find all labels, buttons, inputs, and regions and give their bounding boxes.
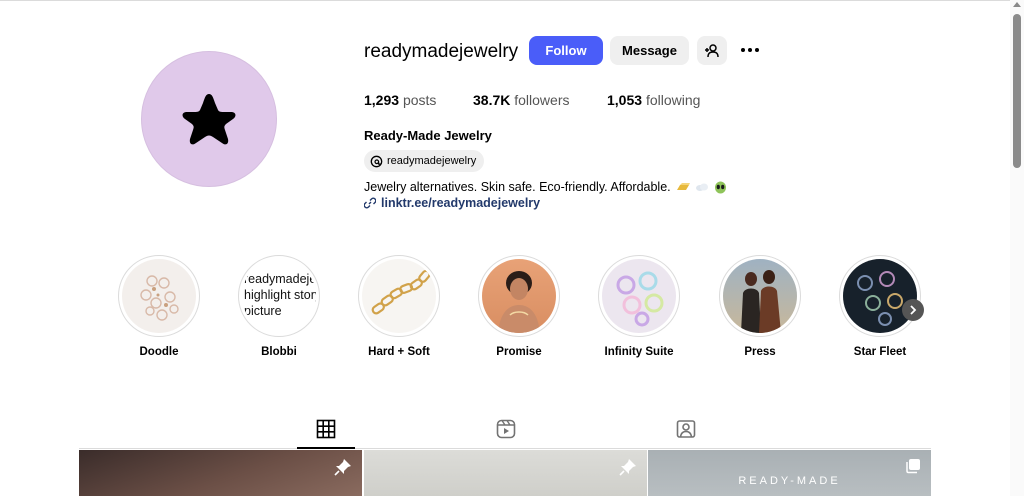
scrollbar[interactable] xyxy=(1010,0,1024,496)
more-dot xyxy=(741,48,745,52)
profile-avatar[interactable] xyxy=(141,51,277,187)
highlight-ring xyxy=(118,255,200,337)
follow-button[interactable]: Follow xyxy=(529,36,603,65)
highlight-infinity-suite[interactable]: Infinity Suite xyxy=(598,255,680,358)
more-dot xyxy=(748,48,752,52)
following-count: 1,053 xyxy=(607,92,643,108)
highlight-ring xyxy=(719,255,801,337)
highlight-ring xyxy=(358,255,440,337)
scrollbar-thumb[interactable] xyxy=(1013,14,1021,168)
highlight-label: Doodle xyxy=(139,346,179,358)
posts-stat: 1,293 posts xyxy=(364,92,436,108)
followers-label: followers xyxy=(514,92,570,108)
alien-emoji-icon xyxy=(714,181,726,193)
tab-reels[interactable] xyxy=(495,418,517,440)
jewelry-charms-thumbnail xyxy=(122,259,196,333)
profile-username: readymadejewelry xyxy=(364,41,519,62)
followers-stat[interactable]: 38.7K followers xyxy=(473,92,570,108)
highlight-label: Promise xyxy=(496,346,542,358)
tab-posts[interactable] xyxy=(315,418,337,440)
highlight-ring: readymadejewelry highlight story picture xyxy=(238,255,320,337)
highlight-ring xyxy=(839,255,921,337)
highlight-hard-soft[interactable]: Hard + Soft xyxy=(358,255,440,358)
more-options-button[interactable] xyxy=(738,41,762,59)
highlight-label: Star Fleet xyxy=(853,346,907,358)
tabs-divider xyxy=(79,448,931,449)
couple-photo-thumbnail xyxy=(723,259,797,333)
broken-image-thumbnail: readymadejewelry highlight story picture xyxy=(242,259,316,333)
followers-count: 38.7K xyxy=(473,92,511,108)
reels-icon xyxy=(496,419,516,439)
highlight-ring xyxy=(478,255,560,337)
gold-bar-emoji-icon xyxy=(676,183,690,190)
highlight-label: Infinity Suite xyxy=(604,346,674,358)
pastel-rings-thumbnail xyxy=(602,259,676,333)
chevron-right-icon xyxy=(910,305,917,315)
threads-icon xyxy=(370,155,383,167)
link-text: linktr.ee/readymadejewelry xyxy=(381,196,541,210)
bio-text: Jewelry alternatives. Skin safe. Eco-fri… xyxy=(364,180,671,194)
portrait-thumbnail xyxy=(482,259,556,333)
highlight-promise[interactable]: Promise xyxy=(478,255,560,358)
add-user-icon xyxy=(705,43,719,57)
link-icon xyxy=(364,197,376,209)
highlight-blobbi[interactable]: readymadejewelry highlight story picture… xyxy=(238,255,320,358)
highlight-doodle[interactable]: Doodle xyxy=(118,255,200,358)
carousel-icon xyxy=(906,459,920,474)
highlight-press[interactable]: Press xyxy=(719,255,801,358)
post-tile[interactable] xyxy=(79,450,362,496)
suggested-users-button[interactable] xyxy=(697,36,727,65)
profile-link[interactable]: linktr.ee/readymadejewelry xyxy=(364,196,540,210)
threads-handle: readymadejewelry xyxy=(387,155,477,167)
active-tab-indicator xyxy=(297,447,355,449)
highlight-label: Hard + Soft xyxy=(368,346,430,358)
post-tile[interactable]: READY-MADE xyxy=(648,450,931,496)
pin-icon xyxy=(619,459,636,476)
posts-label: posts xyxy=(402,92,437,108)
highlight-label: Blobbi xyxy=(261,346,297,358)
scroll-up-arrow[interactable] xyxy=(1013,2,1021,7)
profile-full-name: Ready-Made Jewelry xyxy=(364,128,492,143)
star-logo-icon xyxy=(182,94,236,145)
gold-chain-thumbnail xyxy=(362,259,436,333)
message-button[interactable]: Message xyxy=(610,36,689,65)
pin-icon xyxy=(334,459,351,476)
post-overlay-text: READY-MADE xyxy=(738,475,841,487)
post-tile[interactable] xyxy=(364,450,647,496)
top-border xyxy=(0,0,1024,1)
tab-tagged[interactable] xyxy=(675,418,697,440)
threads-badge[interactable]: readymadejewelry xyxy=(364,150,485,172)
profile-bio: Jewelry alternatives. Skin safe. Eco-fri… xyxy=(364,180,727,194)
highlight-ring xyxy=(598,255,680,337)
image-alt-text: readymadejewelry highlight story picture xyxy=(244,272,316,318)
tagged-icon xyxy=(676,420,696,438)
grid-icon xyxy=(316,419,336,439)
more-dot xyxy=(755,48,759,52)
highlights-next-button[interactable] xyxy=(902,299,924,321)
following-label: following xyxy=(645,92,701,108)
dark-rings-thumbnail xyxy=(843,259,917,333)
highlight-star-fleet[interactable]: Star Fleet xyxy=(839,255,921,358)
posts-count: 1,293 xyxy=(364,92,400,108)
cloud-emoji-icon xyxy=(695,183,708,191)
highlight-label: Press xyxy=(744,346,776,358)
following-stat[interactable]: 1,053 following xyxy=(607,92,700,108)
